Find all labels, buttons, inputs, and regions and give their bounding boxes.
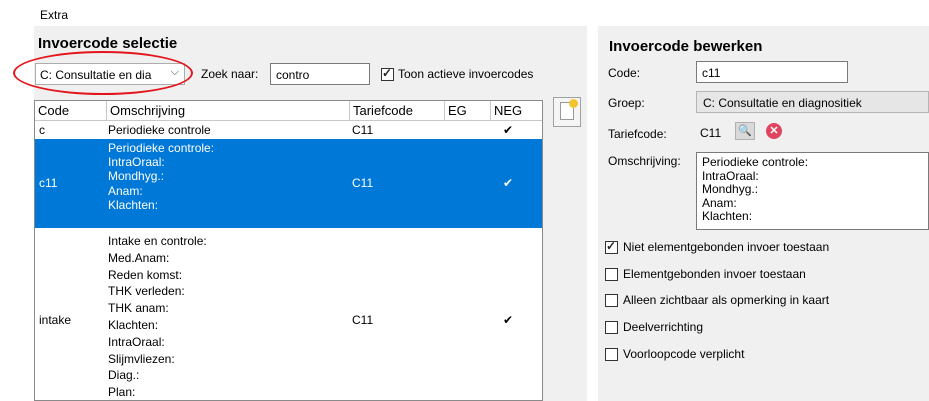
row-omschrijving: Periodieke controle bbox=[108, 123, 211, 137]
active-codes-label: Toon actieve invoercodes bbox=[398, 67, 534, 81]
search-input[interactable]: contro bbox=[270, 63, 370, 85]
alleen-zichtbaar-label: Alleen zichtbaar als opmerking in kaart bbox=[623, 293, 830, 307]
row-omschrijving: Periodieke controle: IntraOraal: Mondhyg… bbox=[108, 141, 215, 212]
col-code[interactable]: Code bbox=[35, 101, 107, 120]
voorloopcode-label: Voorloopcode verplicht bbox=[623, 347, 745, 361]
sparkle-icon bbox=[569, 99, 578, 108]
row-code: c11 bbox=[39, 176, 58, 190]
omschrijving-line: Periodieke controle: bbox=[702, 155, 809, 169]
voorloopcode-checkbox[interactable] bbox=[605, 348, 618, 361]
row-code: c bbox=[39, 123, 45, 137]
code-table: Code Omschrijving Tariefcode EG NEG c Pe… bbox=[34, 100, 543, 401]
niet-elementgebonden-label: Niet elementgebonden invoer toestaan bbox=[623, 240, 830, 254]
search-input-value: contro bbox=[276, 68, 310, 82]
code-field[interactable]: c11 bbox=[696, 61, 848, 83]
tariefcode-value: C11 bbox=[700, 126, 722, 140]
table-row[interactable]: c Periodieke controle C11 ✔ bbox=[35, 122, 542, 137]
deelverrichting-label: Deelverrichting bbox=[623, 320, 704, 334]
code-field-value: c11 bbox=[702, 66, 721, 80]
search-label: Zoek naar: bbox=[201, 67, 259, 81]
omschrijving-label: Omschrijving: bbox=[608, 154, 681, 168]
table-header: Code Omschrijving Tariefcode EG NEG bbox=[35, 101, 542, 121]
group-combo[interactable]: C: Consultatie en dia ⌵ bbox=[35, 63, 185, 85]
row-neg-check: ✔ bbox=[503, 176, 514, 190]
col-tariefcode[interactable]: Tariefcode bbox=[350, 101, 445, 120]
groep-value: C: Consultatie en diagnositiek bbox=[703, 96, 862, 110]
row-tariefcode: C11 bbox=[352, 123, 374, 137]
niet-elementgebonden-checkbox[interactable] bbox=[605, 239, 618, 254]
omschrijving-line: IntraOraal: bbox=[702, 168, 759, 183]
group-combo-value: C: Consultatie en dia bbox=[40, 68, 152, 82]
omschrijving-line: Anam: bbox=[702, 195, 737, 210]
selection-title: Invoercode selectie bbox=[38, 35, 178, 52]
omschrijving-line: Mondhyg.: bbox=[702, 182, 759, 196]
groep-label: Groep: bbox=[608, 96, 645, 110]
col-neg[interactable]: NEG bbox=[491, 101, 542, 120]
elementgebonden-label: Elementgebonden invoer toestaan bbox=[623, 267, 806, 281]
row-neg-check: ✔ bbox=[503, 123, 514, 137]
alleen-zichtbaar-checkbox[interactable] bbox=[605, 294, 618, 307]
table-row-selected[interactable]: c11 Periodieke controle: IntraOraal: Mon… bbox=[35, 139, 542, 228]
tariefcode-label: Tariefcode: bbox=[608, 127, 667, 141]
clear-icon[interactable]: ✕ bbox=[766, 123, 782, 139]
omschrijving-field[interactable]: Periodieke controle: IntraOraal: Mondhyg… bbox=[696, 152, 929, 230]
menu-extra[interactable]: Extra bbox=[40, 8, 68, 22]
edit-title: Invoercode bewerken bbox=[609, 38, 763, 55]
groep-field[interactable]: C: Consultatie en diagnositiek bbox=[696, 91, 929, 113]
row-code: intake bbox=[39, 313, 72, 327]
col-eg[interactable]: EG bbox=[445, 101, 491, 120]
binoculars-icon[interactable]: 🔍 bbox=[735, 122, 755, 140]
code-label: Code: bbox=[608, 66, 641, 80]
row-neg-check: ✔ bbox=[503, 313, 514, 327]
row-omschrijving: Intake en controle: Med.Anam: Reden koms… bbox=[108, 234, 207, 400]
col-omschrijving[interactable]: Omschrijving bbox=[107, 101, 350, 120]
new-code-button[interactable] bbox=[553, 97, 581, 127]
deelverrichting-checkbox[interactable] bbox=[605, 321, 618, 334]
active-codes-checkbox[interactable] bbox=[381, 66, 394, 81]
row-tariefcode: C11 bbox=[352, 313, 374, 327]
table-row[interactable]: intake Intake en controle: Med.Anam: Red… bbox=[35, 231, 542, 400]
chevron-down-icon: ⌵ bbox=[170, 66, 179, 78]
omschrijving-line: Klachten: bbox=[702, 209, 753, 223]
menu-bar: Extra bbox=[0, 0, 929, 26]
elementgebonden-checkbox[interactable] bbox=[605, 268, 618, 281]
row-tariefcode: C11 bbox=[352, 176, 374, 190]
